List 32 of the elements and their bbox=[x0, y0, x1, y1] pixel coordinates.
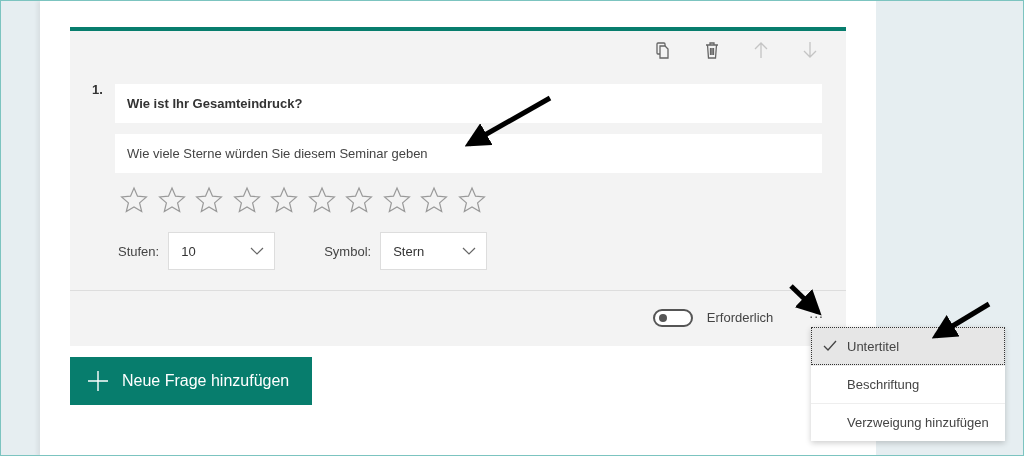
star-icon[interactable] bbox=[307, 186, 336, 214]
setting-label: Symbol: bbox=[324, 243, 372, 259]
star-icon[interactable] bbox=[270, 186, 298, 214]
star-icon[interactable] bbox=[157, 186, 186, 214]
dropdown[interactable]: Stern bbox=[380, 232, 488, 270]
star-icon[interactable] bbox=[232, 186, 261, 214]
chevron-down-icon bbox=[462, 247, 477, 255]
plus-icon bbox=[88, 371, 108, 391]
star-icon[interactable] bbox=[382, 186, 411, 214]
checkmark-icon bbox=[823, 340, 837, 352]
question-number: 1. bbox=[92, 81, 104, 97]
more-options-button[interactable]: ... bbox=[809, 304, 824, 321]
dropdown[interactable]: 10 bbox=[168, 232, 276, 270]
star-icon[interactable] bbox=[120, 186, 148, 214]
question-title-field[interactable]: Wie ist Ihr Gesamteindruck? bbox=[115, 84, 822, 123]
annotation-arrow bbox=[931, 301, 991, 339]
setting-label: Stufen: bbox=[118, 243, 160, 259]
chevron-down-icon bbox=[250, 247, 265, 255]
menu-item[interactable]: Untertitel bbox=[811, 327, 1005, 365]
star-icon[interactable] bbox=[195, 186, 223, 214]
menu-item[interactable]: Verzweigung hinzufügen bbox=[811, 403, 1005, 441]
toggle-label: Erforderlich bbox=[706, 310, 774, 325]
required-toggle[interactable] bbox=[652, 308, 693, 327]
menu-item[interactable]: Beschriftung bbox=[811, 365, 1005, 403]
subtitle-field[interactable]: Wie viele Sterne würden Sie diesem Seminar geben bbox=[115, 134, 822, 173]
copy-icon[interactable] bbox=[654, 41, 672, 60]
star-icon[interactable] bbox=[345, 186, 373, 214]
star-icon[interactable] bbox=[457, 186, 486, 214]
star-icon[interactable] bbox=[420, 186, 448, 214]
add-question-button[interactable]: Neue Frage hinzufügen bbox=[70, 357, 312, 405]
delete-icon[interactable] bbox=[703, 41, 721, 60]
annotation-arrow bbox=[789, 284, 822, 316]
